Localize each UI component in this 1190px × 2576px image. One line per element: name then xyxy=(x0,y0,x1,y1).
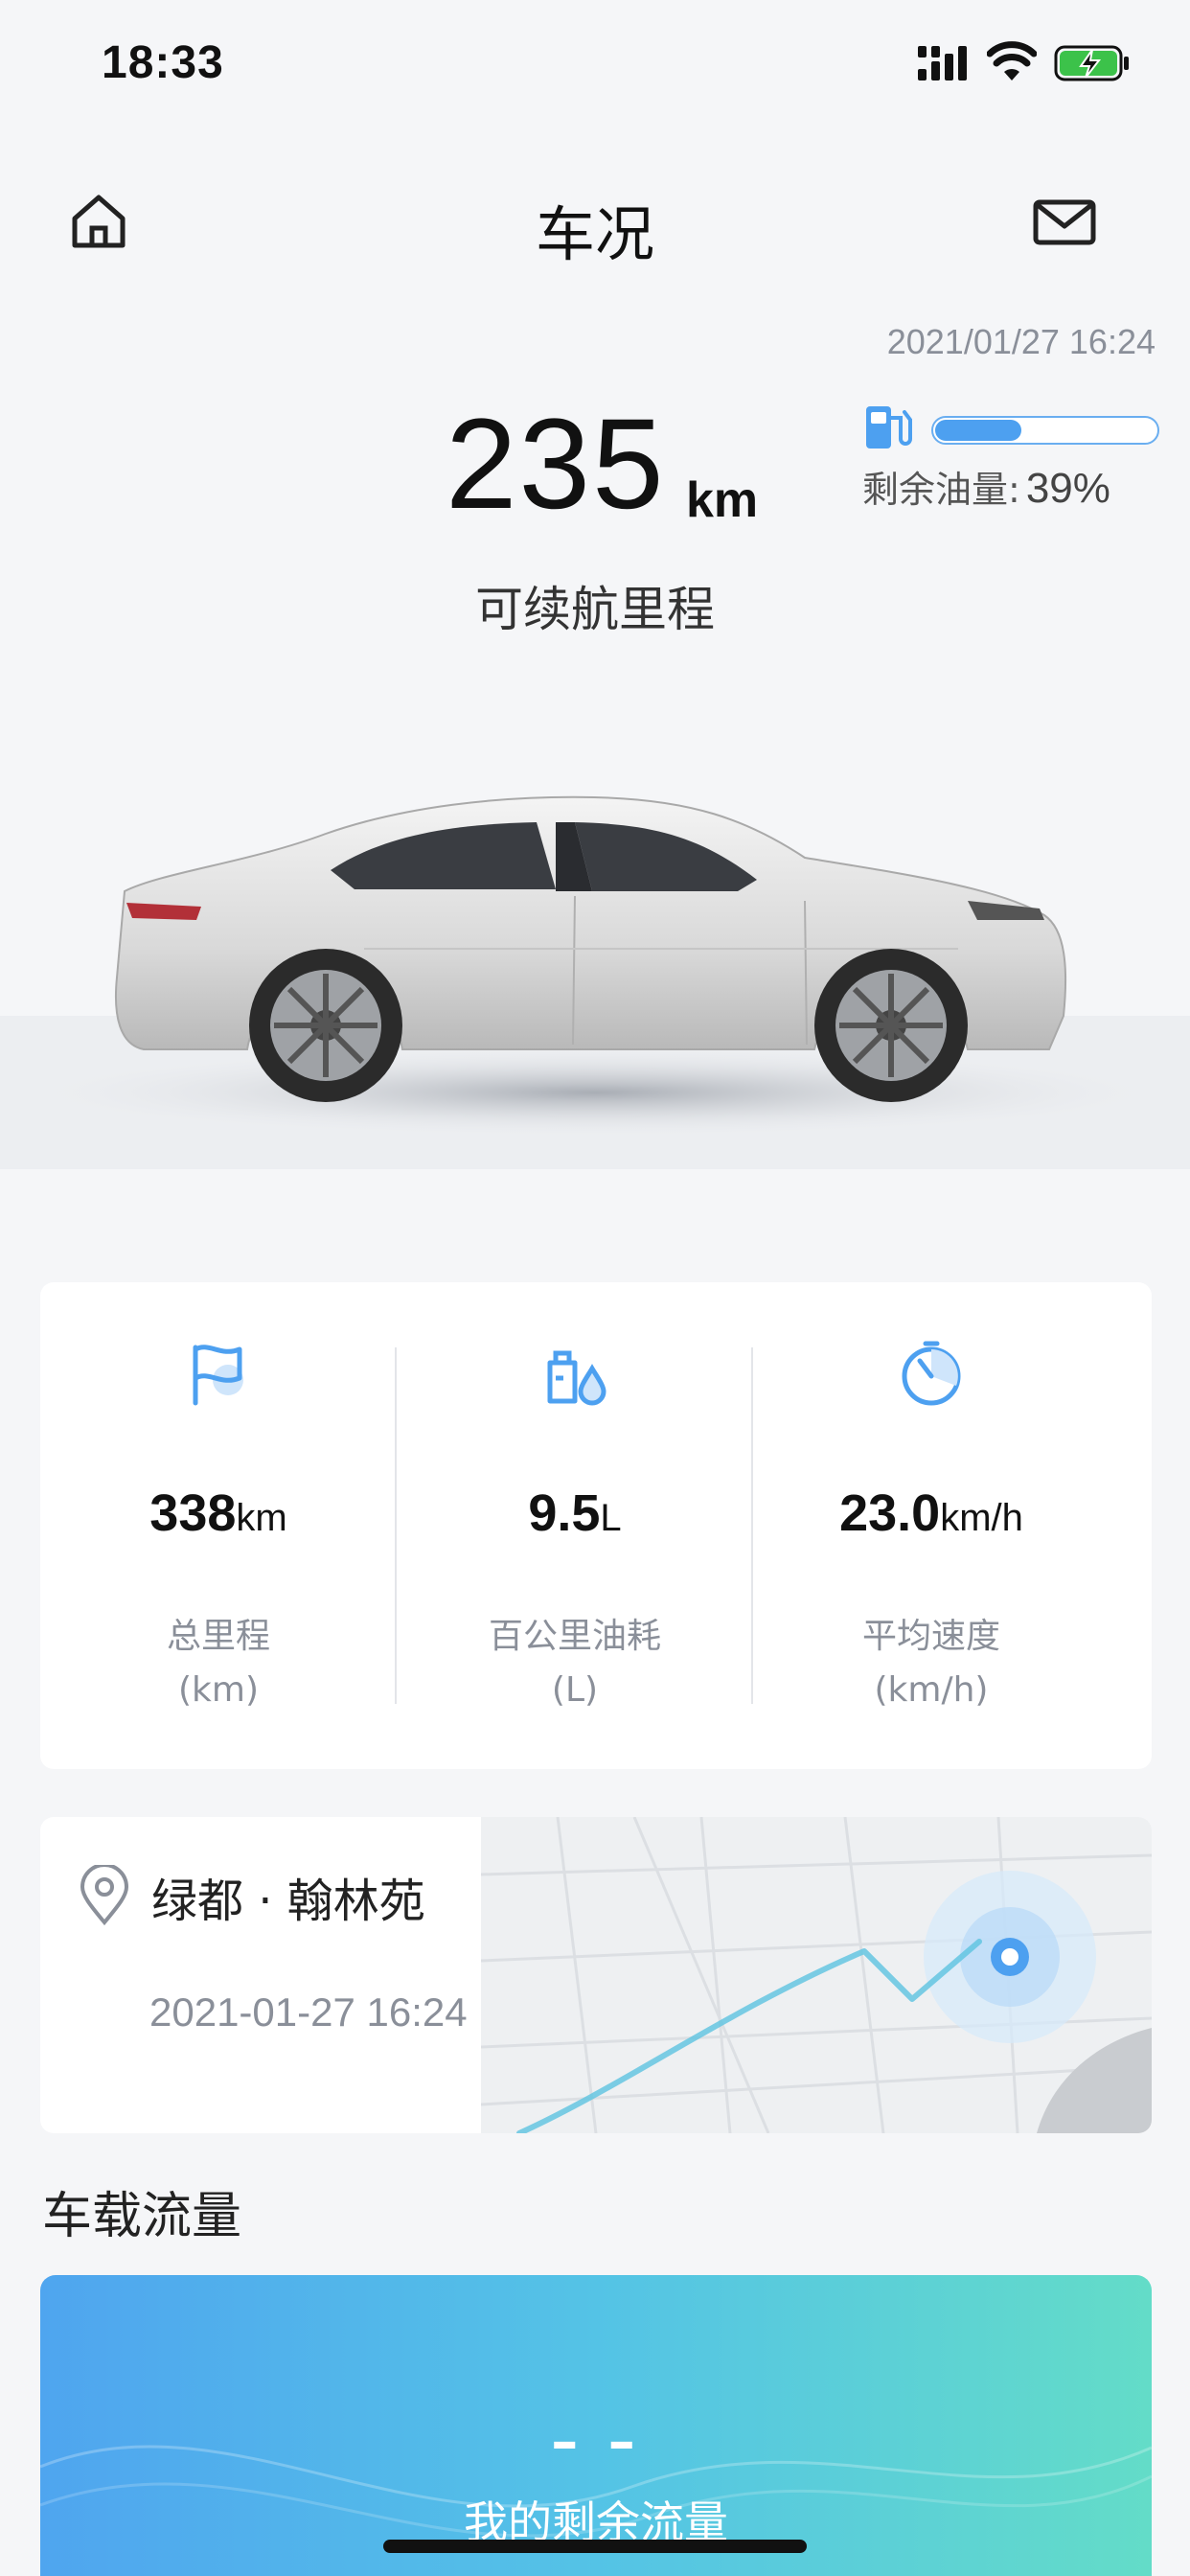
section-title-data-traffic: 车载流量 xyxy=(42,2188,242,2245)
stat-value: 338km xyxy=(149,1484,287,1542)
trip-stats-card: 338km 总里程 (km) 9.5L 百公里油耗 (L) 23.0km/h 平均速… xyxy=(40,1282,1152,1769)
page-title: 车况 xyxy=(535,199,654,269)
battery-charging-icon xyxy=(1054,45,1129,81)
cellular-signal-icon xyxy=(918,46,967,80)
location-name: 绿都 · 翰林苑 xyxy=(151,1874,425,1928)
location-datetime: 2021-01-27 16:24 xyxy=(149,1990,468,2035)
fuel-level-fill xyxy=(935,420,1021,441)
vehicle-location-card[interactable]: 绿都 · 翰林苑 2021-01-27 16:24 xyxy=(40,1817,1152,2133)
flag-icon xyxy=(193,1345,243,1406)
oil-drop-icon xyxy=(547,1350,606,1406)
wifi-icon xyxy=(987,41,1037,80)
fuel-level-bar xyxy=(931,416,1159,445)
range-label: 可续航里程 xyxy=(475,582,715,637)
stat-label: 百公里油耗 (L) xyxy=(488,1617,661,1710)
mail-icon[interactable] xyxy=(1033,199,1096,245)
home-indicator[interactable] xyxy=(383,2540,807,2553)
fuel-label: 剩余油量: xyxy=(862,469,1020,511)
map-thumbnail xyxy=(481,1817,1152,2133)
fuel-percent: 39% xyxy=(1025,465,1110,512)
status-time: 18:33 xyxy=(102,37,224,88)
car-image xyxy=(0,795,1190,1169)
update-timestamp: 2021/01/27 16:24 xyxy=(886,322,1156,361)
stat-total-mileage: 338km 总里程 (km) xyxy=(40,1282,397,1769)
location-pin-icon xyxy=(80,1865,129,1926)
stat-average-speed: 23.0km/h 平均速度 (km/h) xyxy=(753,1282,1110,1769)
status-bar: 18:33 xyxy=(0,0,1190,134)
stat-label: 平均速度 (km/h) xyxy=(861,1617,1000,1710)
stat-value: 23.0km/h xyxy=(839,1484,1023,1542)
stat-label: 总里程 (km) xyxy=(166,1617,270,1710)
range-unit: km xyxy=(686,472,759,528)
stat-value: 9.5L xyxy=(528,1484,622,1542)
remaining-data-value: – – xyxy=(551,2411,641,2473)
fuel-pump-icon xyxy=(866,406,912,448)
nav-bar: 车况 xyxy=(0,172,1190,278)
fuel-remaining: 剩余油量: 39% xyxy=(862,460,1110,513)
range-value: 235 xyxy=(446,393,666,536)
stat-fuel-consumption: 9.5L 百公里油耗 (L) xyxy=(397,1282,753,1769)
data-traffic-card[interactable]: – – 我的剩余流量 xyxy=(40,2275,1152,2576)
speed-dial-icon xyxy=(902,1341,961,1406)
